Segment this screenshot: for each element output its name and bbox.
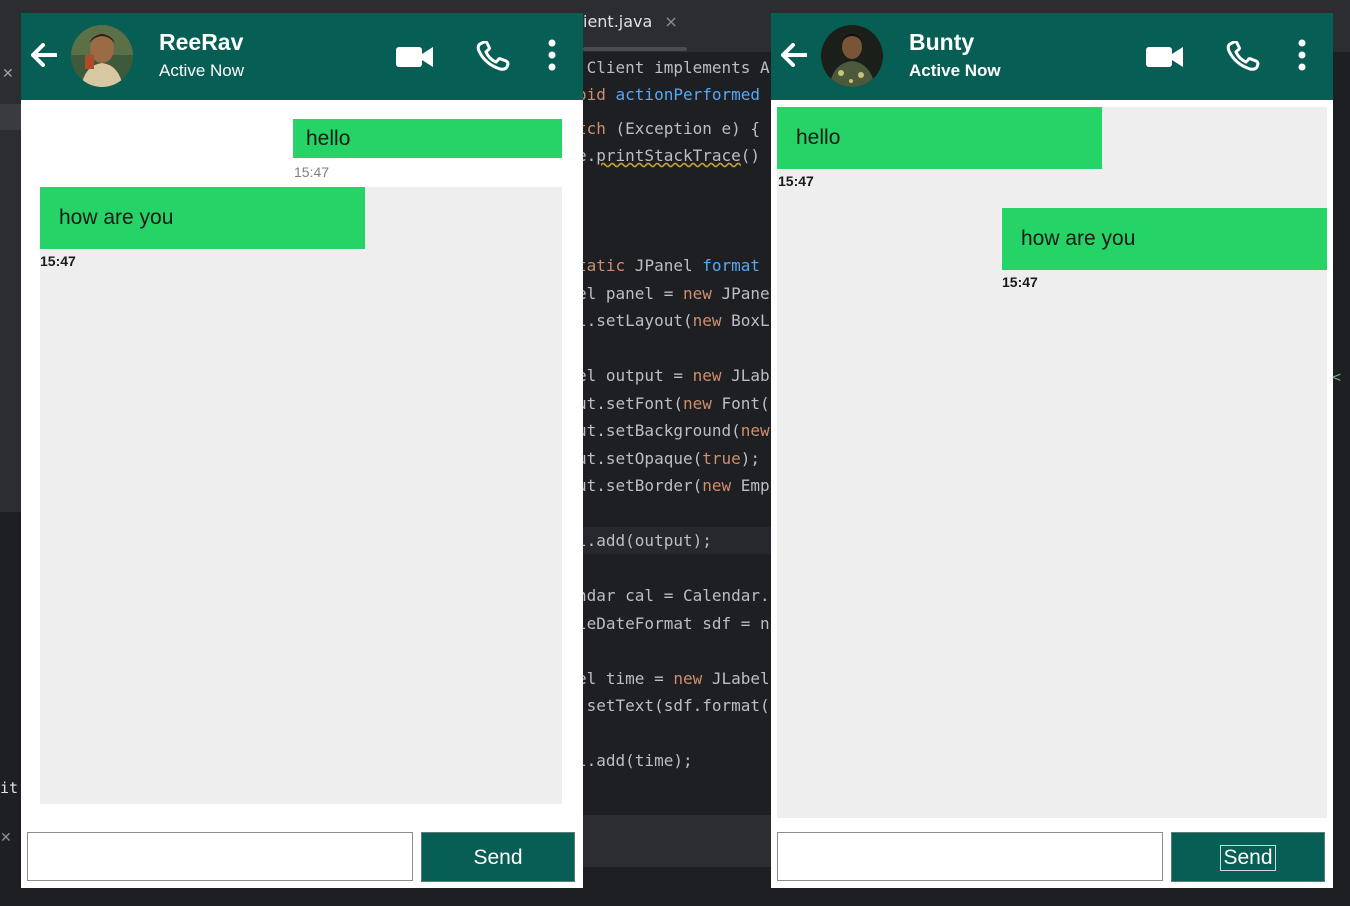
code-line: l.add(time); — [577, 751, 693, 770]
video-call-icon[interactable] — [396, 46, 434, 68]
contact-status: Active Now — [159, 61, 245, 80]
code-line: l.add(output); — [577, 531, 712, 550]
ide-tab-indicator — [583, 47, 687, 51]
more-options-icon[interactable] — [547, 39, 557, 71]
code-editor[interactable]: Client implements A oid actionPerformed … — [577, 58, 771, 815]
code-line: oid actionPerformed — [577, 85, 761, 104]
message-input[interactable] — [777, 832, 1163, 881]
chat-header: Bunty Active Now — [771, 13, 1333, 100]
message-timestamp: 15:47 — [1002, 274, 1038, 290]
back-arrow-icon[interactable] — [781, 43, 807, 67]
ide-editor-tab[interactable]: ient.java × — [583, 12, 678, 52]
contact-name: Bunty — [909, 29, 975, 55]
send-button[interactable]: Send — [1171, 832, 1325, 882]
code-line: tatic JPanel format — [577, 256, 761, 275]
ide-left-selection — [0, 104, 21, 130]
code-line: ut.setFont(new Font( — [577, 394, 770, 413]
code-line: .setText(sdf.format( — [577, 696, 770, 715]
contact-status: Active Now — [909, 61, 1001, 80]
code-line: l.setLayout(new BoxL — [577, 311, 770, 330]
code-line: el time = new JLabel — [577, 669, 770, 688]
close-icon[interactable]: ✕ — [0, 830, 12, 846]
more-options-icon[interactable] — [1297, 39, 1307, 71]
code-line: el output = new JLab — [577, 366, 770, 385]
message-timestamp: 15:47 — [778, 173, 814, 189]
phone-icon[interactable] — [1226, 41, 1260, 71]
send-button-label: Send — [1220, 845, 1276, 871]
chat-window-bunty: Bunty Active Now hello 15:47 how are you… — [771, 13, 1333, 888]
ide-right-fragment: < — [1332, 368, 1342, 386]
code-line: ut.setOpaque(true); — [577, 449, 761, 468]
avatar[interactable] — [71, 25, 133, 87]
chat-header: ReeRav Active Now — [21, 13, 583, 100]
close-icon[interactable]: × — [664, 12, 677, 31]
ide-bottom-bar — [583, 815, 771, 867]
message-input[interactable] — [27, 832, 413, 881]
message-area — [40, 187, 562, 804]
message-bubble-sent: how are you — [1002, 208, 1327, 270]
avatar[interactable] — [821, 25, 883, 87]
video-call-icon[interactable] — [1146, 46, 1184, 68]
ide-tab-label: ient.java — [583, 12, 653, 31]
chat-window-reerav: ReeRav Active Now hello 15:47 how are yo… — [21, 13, 583, 888]
message-timestamp: 15:47 — [40, 253, 76, 269]
message-bubble-received: how are you — [40, 187, 365, 249]
code-line: ut.setBorder(new Emp — [577, 476, 770, 495]
phone-icon[interactable] — [476, 41, 510, 71]
message-timestamp: 15:47 — [294, 164, 330, 180]
close-icon[interactable]: ✕ — [2, 66, 14, 82]
send-button[interactable]: Send — [421, 832, 575, 882]
contact-name: ReeRav — [159, 29, 244, 55]
code-line: ut.setBackground(new — [577, 421, 770, 440]
code-line: ndar cal = Calendar. — [577, 586, 770, 605]
message-bubble-received: hello — [777, 107, 1102, 169]
message-bubble-sent: hello — [293, 119, 562, 158]
code-line: leDateFormat sdf = n — [577, 614, 770, 633]
code-line: el panel = new JPane — [577, 284, 770, 303]
code-line: tch (Exception e) { — [577, 119, 761, 138]
back-arrow-icon[interactable] — [31, 43, 57, 67]
code-line: e.printStackTrace() — [577, 146, 761, 165]
code-line: Client implements A — [577, 58, 770, 77]
